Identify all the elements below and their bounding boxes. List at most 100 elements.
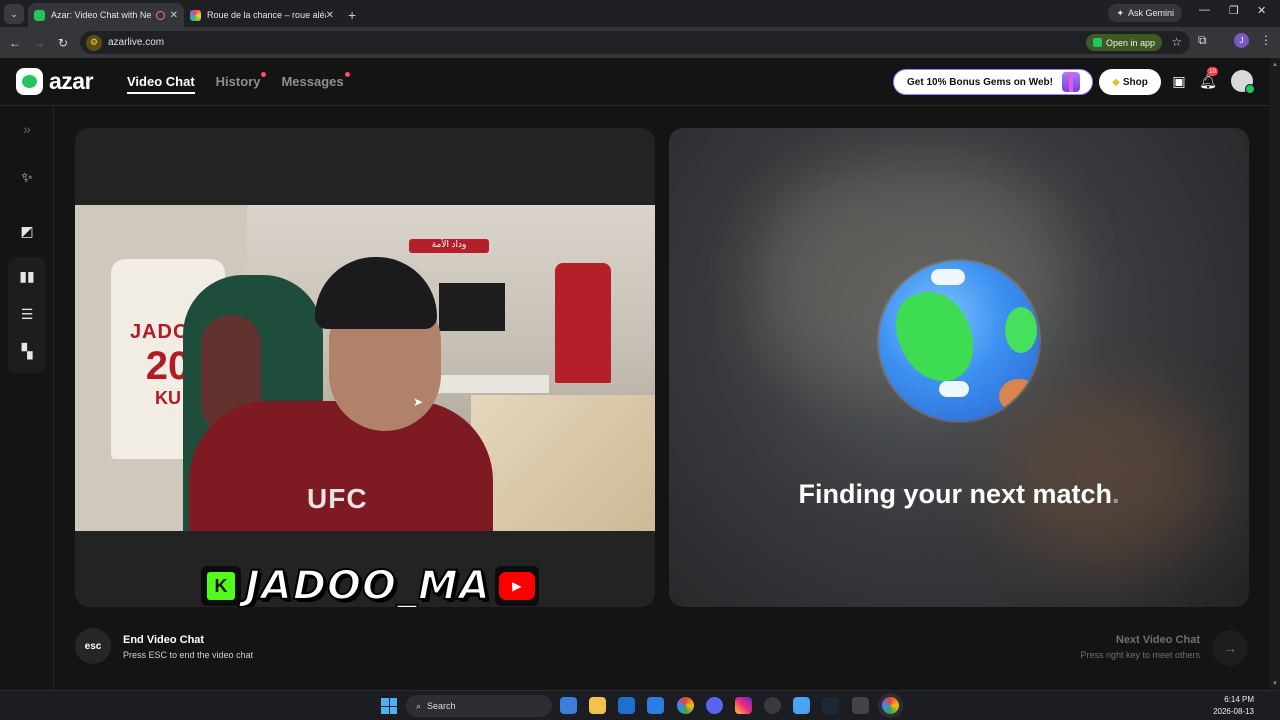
close-window-icon[interactable]: ✕ [1257,4,1266,17]
chrome-icon[interactable] [677,697,694,714]
scroll-down-icon[interactable]: ▼ [1272,681,1278,687]
gemini-sparkle-icon: ✦ [1116,7,1124,18]
layout-group: ▮▮ ☰ ▚ [8,257,46,373]
azar-favicon-icon [34,9,45,21]
bonus-gems-button[interactable]: Get 10% Bonus Gems on Web! [893,69,1093,95]
forward-icon[interactable]: → [27,36,51,50]
nav-messages[interactable]: Messages [281,72,350,89]
app-icon[interactable] [793,697,810,714]
notification-badge: 10 [1207,67,1218,76]
expand-icon[interactable]: » [8,113,46,145]
youtube-logo-icon: ▶ [494,566,539,606]
layout-grid-icon[interactable]: ▚ [8,335,46,367]
chrome-active-icon[interactable] [882,697,899,714]
browser-menu-icon[interactable]: ⋮ [1260,33,1272,47]
minimize-icon[interactable]: — [1199,4,1210,16]
television [439,283,505,331]
scroll-up-icon[interactable]: ▲ [1272,62,1278,68]
search-icon: ⌕ [416,700,422,711]
kick-letter: K [207,572,235,600]
profile-avatar: J [1234,33,1249,48]
shop-button[interactable]: ◆ Shop [1099,69,1161,95]
blurred-background [999,388,1219,568]
end-chat-title: End Video Chat [123,634,205,646]
system-clock[interactable]: 6:14 PM 2026-08-13 [1213,694,1254,718]
browser-toolbar: ← → ↻ ⚙ azarlive.com Open in app ☆ ⧉ J ⋮ [0,27,1280,58]
store-icon[interactable] [647,697,664,714]
next-chat-arrow-icon[interactable]: → [1212,630,1248,666]
user-avatar[interactable] [1231,70,1255,94]
app-icon[interactable] [852,697,869,714]
next-chat-hint: Press right key to meet others [1080,650,1200,660]
remote-video-panel: Finding your next match. [669,128,1249,607]
finding-match-status: Finding your next match. [669,479,1249,510]
streamer-watermark: K JADOO_MA ▶ [201,562,539,607]
azar-logo[interactable]: azar [16,68,94,95]
windows-start-icon[interactable] [381,698,397,714]
mouse-cursor-icon: ➤ [413,395,424,409]
loading-dot: . [1112,479,1120,509]
site-info-icon[interactable]: ⚙ [86,34,102,51]
windows-taskbar: ⌕ Search 6:14 PM 2026-08-13 [0,690,1280,720]
url-text: azarlive.com [108,37,165,48]
local-video-panel: JADOO 20 KU وداد الأمة UFC ➤ K JADOO_MA … [75,128,655,607]
nav-label: Video Chat [127,74,195,89]
status-text: Finding your next match [798,479,1112,509]
tab-roue[interactable]: Roue de la chance – roue aléat ✕ [184,3,340,27]
beanie [315,257,437,329]
nav-video-chat[interactable]: Video Chat [127,74,195,94]
unread-dot [344,72,350,77]
kick-logo-icon: K [201,566,241,606]
instagram-icon[interactable] [735,697,752,714]
red-jersey [555,263,611,383]
bookmark-star-icon[interactable]: ☆ [1171,35,1182,49]
open-in-app-label: Open in app [1105,37,1155,48]
photos-app-icon[interactable] [560,697,577,714]
tab-search-button[interactable]: ⌄ [4,4,24,24]
inventory-box-icon[interactable]: ▣ [1170,72,1188,90]
bed [471,395,655,531]
new-tab-button[interactable]: + [348,7,356,23]
layout-side-by-side-icon[interactable]: ▮▮ [8,260,46,292]
address-bar[interactable]: ⚙ azarlive.com Open in app ☆ [80,31,1190,54]
ask-gemini-button[interactable]: ✦ Ask Gemini [1108,4,1182,22]
ask-gemini-label: Ask Gemini [1127,8,1174,18]
watermark-text: JADOO_MA [244,562,491,607]
clock-time: 6:14 PM [1224,695,1254,704]
main-nav: Video Chat History Messages [127,72,350,94]
nav-history[interactable]: History [216,72,267,89]
app-icon [1092,38,1102,47]
extensions-icon[interactable]: ⧉ [1198,33,1207,48]
close-tab-icon[interactable]: ✕ [326,10,334,21]
close-tab-icon[interactable]: ✕ [170,10,178,21]
reload-icon[interactable]: ↻ [51,36,75,50]
steam-icon[interactable] [822,697,839,714]
unread-dot [261,72,267,77]
maximize-icon[interactable]: ❐ [1229,4,1239,17]
open-in-app-button[interactable]: Open in app [1085,34,1162,51]
magic-wand-icon[interactable]: ✨︎ [8,161,46,193]
discord-icon[interactable] [706,697,723,714]
obs-icon[interactable] [764,697,781,714]
tab-azar[interactable]: Azar: Video Chat with New ✕ [28,3,184,27]
file-explorer-icon[interactable] [589,697,606,714]
tab-title: Azar: Video Chat with New [51,10,151,20]
local-camera-feed: JADOO 20 KU وداد الأمة UFC ➤ [75,205,655,531]
end-chat-hint: Press ESC to end the video chat [123,650,254,660]
layout-stacked-icon[interactable]: ☰ [8,298,46,330]
back-icon[interactable]: ← [3,36,27,50]
azar-logo-icon [16,68,43,95]
bonus-gems-label: Get 10% Bonus Gems on Web! [907,76,1053,88]
shop-label: Shop [1122,76,1148,88]
next-chat-title: Next Video Chat [1115,634,1200,646]
filter-icon[interactable]: ◩ [8,215,46,247]
scarf-banner: وداد الأمة [409,239,489,253]
profile-button[interactable]: J [1234,33,1249,48]
taskbar-search[interactable]: ⌕ Search [406,695,552,717]
outlook-icon[interactable] [618,697,635,714]
azar-header: azar Video Chat History Messages Get 10%… [0,58,1270,106]
end-chat-button[interactable]: esc [75,628,111,664]
page-scrollbar[interactable] [1270,58,1280,690]
search-label: Search [427,701,456,711]
clock-date: 2026-08-13 [1213,707,1254,716]
